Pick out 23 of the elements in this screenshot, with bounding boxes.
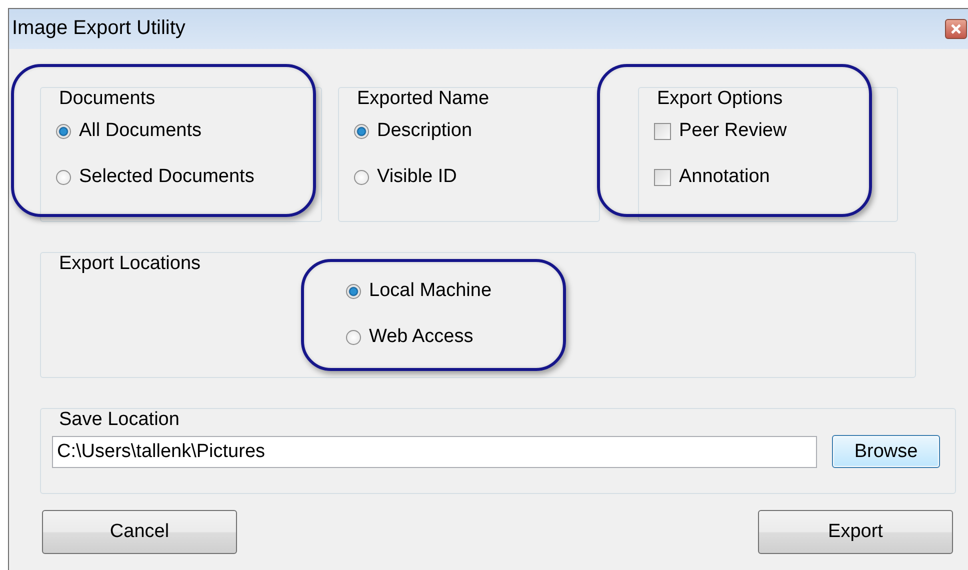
option-label: All Documents xyxy=(79,120,202,142)
option-label: Annotation xyxy=(679,166,770,188)
radio-button[interactable] xyxy=(354,170,369,184)
checkbox[interactable] xyxy=(654,122,671,140)
option-label: Web Access xyxy=(369,326,474,348)
option-label: Visible ID xyxy=(377,166,457,188)
close-icon xyxy=(951,24,961,34)
cancel-button[interactable]: Cancel xyxy=(42,510,237,554)
export-button[interactable]: Export xyxy=(758,510,953,554)
radio-button[interactable] xyxy=(56,170,71,184)
window-title: Image Export Utility xyxy=(12,16,186,40)
option-label: Description xyxy=(377,120,472,142)
option-label: Selected Documents xyxy=(79,166,254,188)
radio-button[interactable] xyxy=(346,330,361,344)
browse-button[interactable]: Browse xyxy=(832,435,940,468)
path-field[interactable]: C:\Users\tallenk\Pictures xyxy=(52,436,817,468)
option-label: Peer Review xyxy=(679,120,787,142)
radio-button[interactable] xyxy=(354,124,369,138)
close-button[interactable] xyxy=(945,19,967,39)
radio-button[interactable] xyxy=(346,284,361,298)
radio-button[interactable] xyxy=(56,124,71,138)
checkbox[interactable] xyxy=(654,168,671,186)
option-label: Local Machine xyxy=(369,280,492,302)
